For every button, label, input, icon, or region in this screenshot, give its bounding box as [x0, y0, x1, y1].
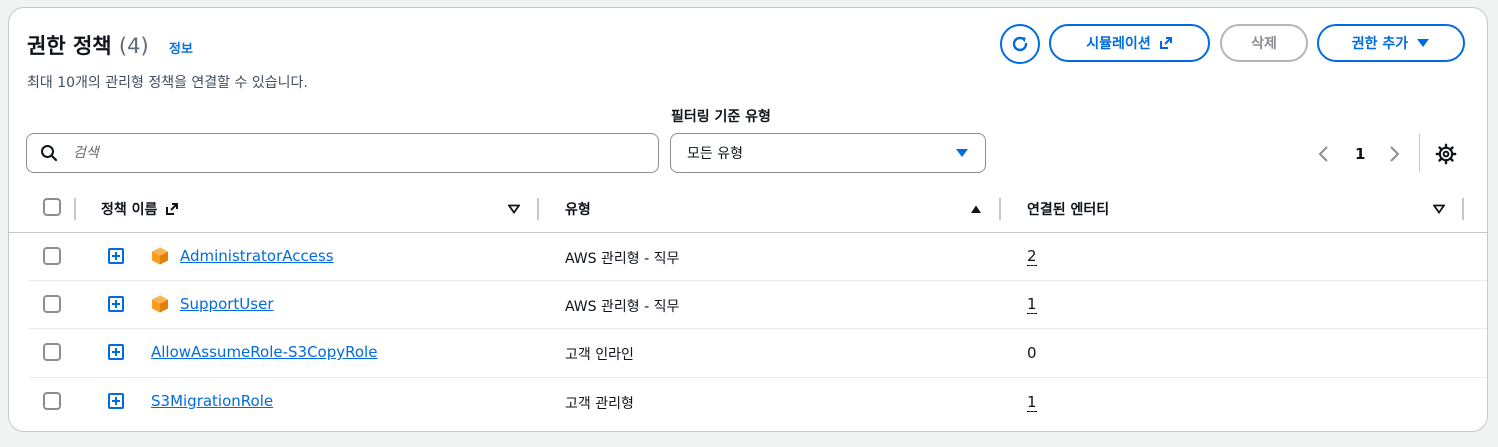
caret-down-icon: [956, 149, 968, 157]
search-field[interactable]: [26, 133, 659, 173]
attached-entities-count: 0: [1027, 344, 1037, 362]
table-header-divider: [9, 232, 1487, 233]
aws-managed-policy-icon: [152, 295, 168, 313]
row-checkbox[interactable]: [43, 295, 61, 313]
next-page-button[interactable]: [1389, 140, 1401, 168]
expand-row-icon[interactable]: [108, 344, 124, 360]
expand-row-icon[interactable]: [108, 248, 124, 264]
add-permissions-label: 권한 추가: [1351, 36, 1409, 52]
attached-entities-link[interactable]: 1: [1027, 393, 1037, 412]
filter-type-label: 필터링 기준 유형: [671, 109, 771, 125]
table-settings-button[interactable]: [1435, 143, 1457, 169]
page-number-button[interactable]: 1: [1355, 140, 1365, 168]
row-divider: [29, 328, 1487, 329]
type-filter-value: 모든 유형: [687, 146, 743, 162]
aws-managed-policy-icon: [152, 247, 168, 265]
policy-type: 고객 인라인: [565, 347, 634, 363]
permissions-policies-panel: 권한 정책 (4) 정보 최대 10개의 관리형 정책을 연결할 수 있습니다.…: [8, 7, 1488, 432]
expand-row-icon[interactable]: [108, 393, 124, 409]
policy-type: 고객 관리형: [565, 396, 634, 412]
refresh-icon: [1012, 36, 1028, 52]
sort-caret-up-icon: [971, 205, 981, 213]
refresh-button[interactable]: [1000, 24, 1040, 64]
row-checkbox[interactable]: [43, 343, 61, 361]
policy-name-link[interactable]: S3MigrationRole: [151, 392, 273, 410]
policy-name-link[interactable]: AdministratorAccess: [180, 247, 334, 265]
type-filter-select[interactable]: 모든 유형: [670, 133, 986, 173]
column-header-name[interactable]: 정책 이름: [101, 194, 179, 224]
expand-row-icon[interactable]: [108, 296, 124, 312]
select-all-checkbox[interactable]: [43, 198, 61, 216]
pagination-divider: [1419, 134, 1420, 172]
chevron-left-icon: [1318, 146, 1328, 162]
column-divider: [999, 198, 1001, 220]
column-header-entities[interactable]: 연결된 엔터티: [1027, 194, 1109, 224]
policy-count: (4): [118, 34, 149, 58]
policy-name-link[interactable]: SupportUser: [180, 295, 274, 313]
search-icon: [27, 144, 71, 162]
description-text: 최대 10개의 관리형 정책을 연결할 수 있습니다.: [27, 75, 308, 91]
previous-page-button[interactable]: [1317, 140, 1329, 168]
sort-type-button[interactable]: [970, 194, 982, 224]
policy-name-link[interactable]: AllowAssumeRole-S3CopyRole: [151, 343, 377, 361]
search-input[interactable]: [71, 144, 635, 162]
sort-caret-down-icon: [508, 204, 520, 214]
page-title: 권한 정책 (4): [27, 30, 149, 60]
column-divider: [1462, 198, 1464, 220]
info-link[interactable]: 정보: [169, 38, 193, 57]
sort-name-button[interactable]: [508, 194, 520, 224]
external-link-icon: [166, 203, 179, 215]
column-header-type[interactable]: 유형: [565, 194, 591, 224]
external-link-icon: [1159, 37, 1172, 49]
delete-button[interactable]: 삭제: [1220, 24, 1308, 62]
row-divider: [29, 377, 1487, 378]
gear-icon: [1435, 143, 1457, 165]
attached-entities-link[interactable]: 1: [1027, 295, 1037, 314]
policy-type: AWS 관리형 - 직무: [565, 251, 680, 267]
caret-down-icon: [1417, 39, 1430, 47]
title-text: 권한 정책: [27, 34, 112, 58]
row-divider: [29, 280, 1487, 281]
column-header-name-label: 정책 이름: [101, 202, 158, 218]
simulation-label: 시뮬레이션: [1086, 36, 1151, 52]
attached-entities-link[interactable]: 2: [1027, 247, 1037, 266]
column-divider: [74, 198, 76, 220]
row-checkbox[interactable]: [43, 392, 61, 410]
column-divider: [537, 198, 539, 220]
chevron-right-icon: [1390, 146, 1400, 162]
sort-entities-button[interactable]: [1433, 194, 1445, 224]
policy-type: AWS 관리형 - 직무: [565, 299, 680, 315]
simulation-button[interactable]: 시뮬레이션: [1049, 24, 1210, 62]
add-permissions-button[interactable]: 권한 추가: [1317, 24, 1465, 62]
sort-caret-down-icon: [1433, 204, 1445, 214]
row-checkbox[interactable]: [43, 247, 61, 265]
